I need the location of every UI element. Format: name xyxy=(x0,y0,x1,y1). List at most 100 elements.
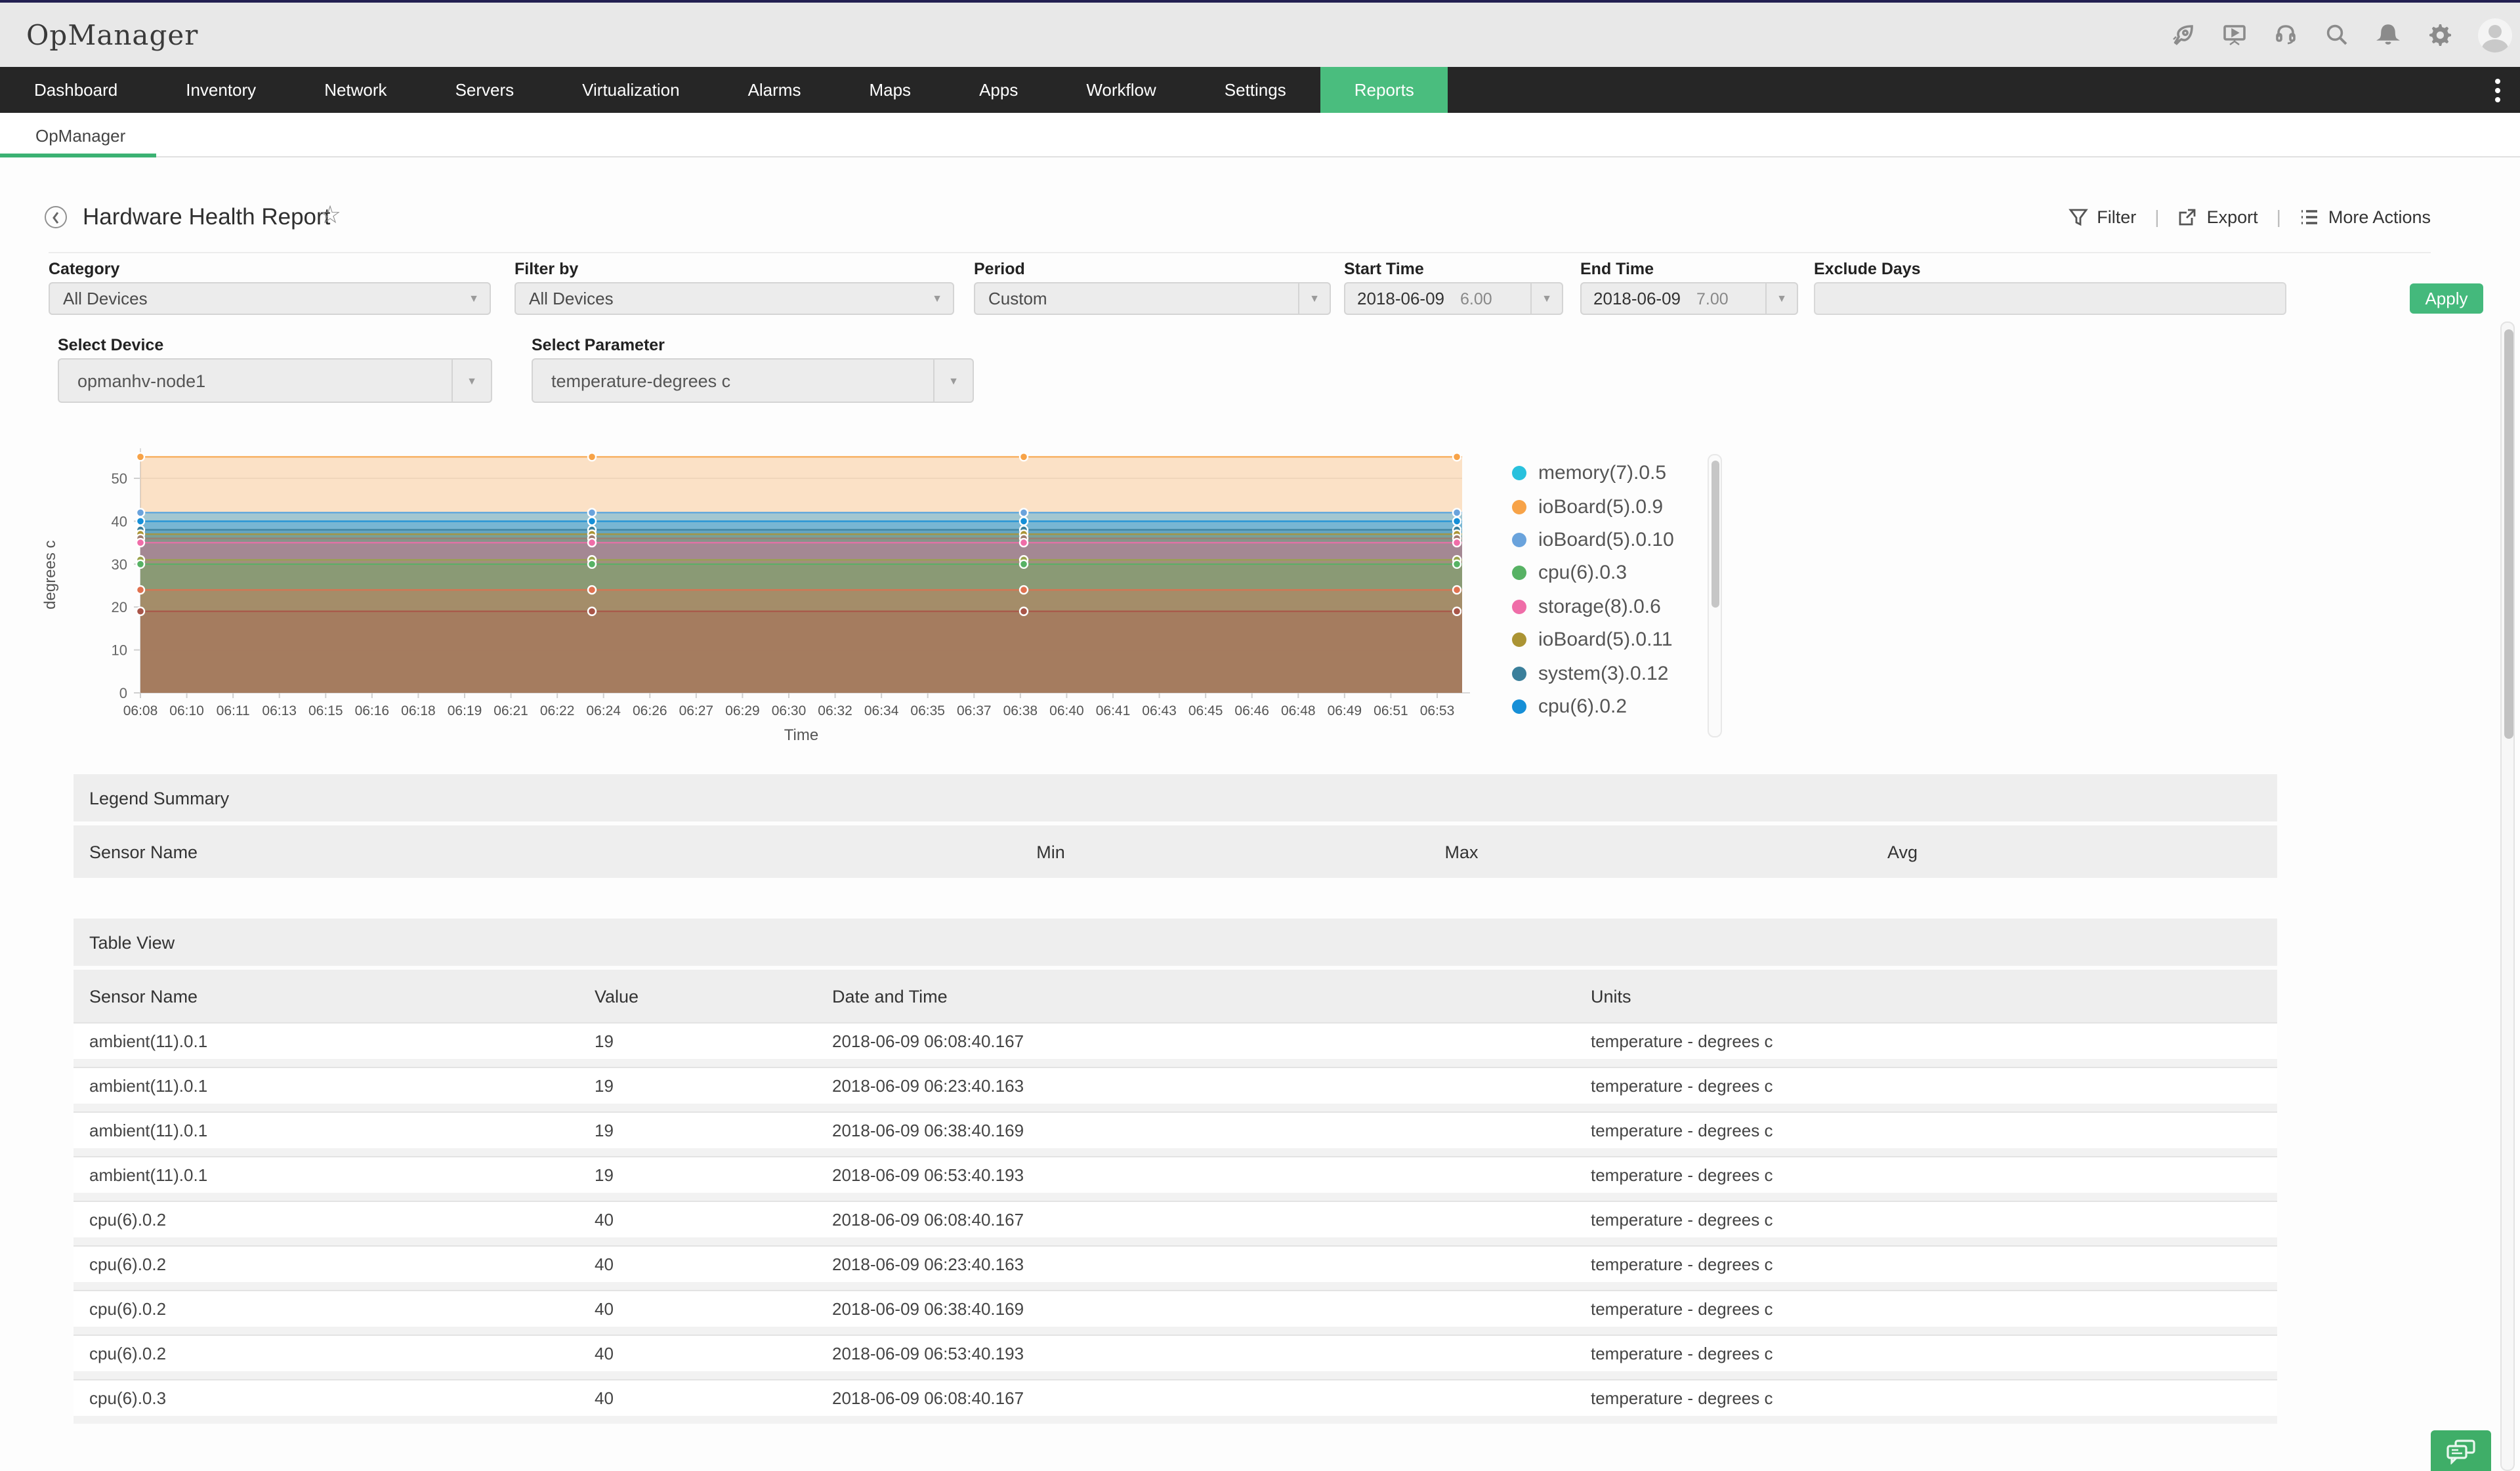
nav-item-apps[interactable]: Apps xyxy=(945,67,1052,113)
end-time-picker[interactable]: 2018-06-09 7.00 ▼ xyxy=(1580,282,1798,315)
table-row[interactable]: cpu(6).0.3402018-06-09 06:08:40.167tempe… xyxy=(74,1379,2277,1424)
end-time-label: End Time xyxy=(1580,260,1654,278)
nav-item-dashboard[interactable]: Dashboard xyxy=(0,67,152,113)
training-video-icon[interactable] xyxy=(2222,22,2247,47)
select-parameter-value: temperature-degrees c xyxy=(533,371,933,390)
search-icon[interactable] xyxy=(2324,22,2349,47)
support-headset-icon[interactable] xyxy=(2273,22,2298,47)
table-cell: temperature - degrees c xyxy=(1575,1031,2277,1051)
table-cell: ambient(11).0.1 xyxy=(74,1121,579,1140)
select-device-value: opmanhv-node1 xyxy=(59,371,452,390)
period-value: Custom xyxy=(975,289,1298,308)
table-view-columns: Sensor Name Value Date and Time Units xyxy=(74,970,2277,1022)
select-device-dropdown[interactable]: opmanhv-node1 ▼ xyxy=(58,358,492,403)
table-row[interactable]: ambient(11).0.1192018-06-09 06:08:40.167… xyxy=(74,1022,2277,1067)
nav-item-workflow[interactable]: Workflow xyxy=(1052,67,1190,113)
legend-item[interactable]: ioBoard(5).0.9 xyxy=(1512,490,1674,524)
legend-label: ioBoard(5).0.11 xyxy=(1538,629,1673,651)
svg-text:20: 20 xyxy=(112,599,127,615)
svg-text:06:48: 06:48 xyxy=(1281,703,1316,718)
back-button[interactable] xyxy=(45,206,67,228)
select-device-label: Select Device xyxy=(58,336,163,354)
export-button[interactable]: Export xyxy=(2178,207,2258,226)
top-bar: OpManager xyxy=(0,3,2520,67)
end-date-value: 2018-06-09 xyxy=(1582,289,1681,308)
filter-by-dropdown[interactable]: All Devices ▼ xyxy=(514,282,954,315)
legend-label: ioBoard(5).0.10 xyxy=(1538,529,1674,551)
svg-text:06:49: 06:49 xyxy=(1328,703,1362,718)
settings-gear-icon[interactable] xyxy=(2427,22,2452,47)
nav-item-network[interactable]: Network xyxy=(290,67,421,113)
nav-item-settings[interactable]: Settings xyxy=(1190,67,1320,113)
period-dropdown[interactable]: Custom ▼ xyxy=(974,282,1331,315)
chat-support-button[interactable] xyxy=(2431,1430,2491,1471)
table-row[interactable]: ambient(11).0.1192018-06-09 06:23:40.163… xyxy=(74,1067,2277,1111)
svg-text:06:32: 06:32 xyxy=(818,703,852,718)
notifications-bell-icon[interactable] xyxy=(2376,22,2401,47)
table-row[interactable]: ambient(11).0.1192018-06-09 06:38:40.169… xyxy=(74,1111,2277,1156)
svg-text:50: 50 xyxy=(112,470,127,487)
svg-text:06:53: 06:53 xyxy=(1420,703,1455,718)
tab-bar: OpManager xyxy=(0,113,2520,157)
end-hour-value: 7.00 xyxy=(1696,289,1729,308)
legend-item[interactable]: ioBoard(5).0.11 xyxy=(1512,623,1674,657)
legend-item[interactable]: ioBoard(5).0.10 xyxy=(1512,524,1674,557)
legend-item[interactable]: memory(7).0.5 xyxy=(1512,457,1674,490)
svg-text:30: 30 xyxy=(112,556,127,573)
rocket-icon[interactable] xyxy=(2171,22,2196,47)
export-icon xyxy=(2178,207,2198,226)
table-row[interactable]: ambient(11).0.1192018-06-09 06:53:40.193… xyxy=(74,1156,2277,1201)
apply-button[interactable]: Apply xyxy=(2410,283,2483,314)
svg-text:06:22: 06:22 xyxy=(540,703,575,718)
column-sensor-name: Sensor Name xyxy=(74,986,579,1006)
start-time-picker[interactable]: 2018-06-09 6.00 ▼ xyxy=(1344,282,1563,315)
table-cell: temperature - degrees c xyxy=(1575,1254,2277,1274)
table-cell: 19 xyxy=(579,1165,816,1185)
nav-overflow-kebab-icon[interactable] xyxy=(2491,76,2504,105)
legend-item[interactable]: cpu(6).0.3 xyxy=(1512,556,1674,590)
table-cell: 2018-06-09 06:53:40.193 xyxy=(816,1344,1575,1363)
svg-text:06:11: 06:11 xyxy=(217,703,250,718)
report-actions: Filter | Export | More Actions xyxy=(2068,206,2431,227)
page-scrollbar[interactable] xyxy=(2500,321,2515,1471)
filter-button[interactable]: Filter xyxy=(2068,207,2136,226)
more-actions-button[interactable]: More Actions xyxy=(2300,207,2431,226)
nav-item-virtualization[interactable]: Virtualization xyxy=(548,67,713,113)
nav-item-servers[interactable]: Servers xyxy=(421,67,549,113)
table-row[interactable]: cpu(6).0.2402018-06-09 06:08:40.167tempe… xyxy=(74,1201,2277,1245)
exclude-days-input[interactable] xyxy=(1814,282,2286,315)
page-scrollbar-thumb[interactable] xyxy=(2504,329,2513,739)
legend-item[interactable]: system(3).0.12 xyxy=(1512,657,1674,690)
svg-text:06:10: 06:10 xyxy=(169,703,204,718)
legend-scrollbar-thumb[interactable] xyxy=(1711,461,1719,608)
legend-item[interactable]: storage(8).0.6 xyxy=(1512,590,1674,623)
table-row[interactable]: cpu(6).0.2402018-06-09 06:38:40.169tempe… xyxy=(74,1290,2277,1335)
chevron-down-icon: ▼ xyxy=(933,360,973,402)
category-dropdown[interactable]: All Devices ▼ xyxy=(49,282,491,315)
more-actions-button-label: More Actions xyxy=(2328,207,2431,226)
nav-item-maps[interactable]: Maps xyxy=(835,67,945,113)
legend-scrollbar[interactable] xyxy=(1708,454,1722,737)
nav-item-reports[interactable]: Reports xyxy=(1320,67,1448,113)
filter-by-value: All Devices xyxy=(516,289,921,308)
nav-item-inventory[interactable]: Inventory xyxy=(152,67,290,113)
start-time-label: Start Time xyxy=(1344,260,1424,278)
favorite-star-icon[interactable]: ☆ xyxy=(319,201,341,231)
select-parameter-label: Select Parameter xyxy=(532,336,665,354)
tab-opmanager[interactable]: OpManager xyxy=(0,113,156,157)
column-avg: Avg xyxy=(1667,842,2138,861)
nav-item-alarms[interactable]: Alarms xyxy=(714,67,835,113)
svg-text:06:19: 06:19 xyxy=(448,703,482,718)
area-chart-canvas[interactable]: 0102030405006:0806:1006:1106:1306:1506:1… xyxy=(0,433,1759,764)
table-row[interactable]: cpu(6).0.2402018-06-09 06:53:40.193tempe… xyxy=(74,1335,2277,1379)
legend-item[interactable]: cpu(6).0.2 xyxy=(1512,690,1674,723)
table-row[interactable]: cpu(6).0.2402018-06-09 06:23:40.163tempe… xyxy=(74,1245,2277,1290)
svg-text:06:27: 06:27 xyxy=(679,703,714,718)
user-avatar[interactable] xyxy=(2478,18,2512,52)
page-title: Hardware Health Report xyxy=(83,203,330,231)
legend-label: ioBoard(5).0.9 xyxy=(1538,495,1663,518)
chevron-down-icon: ▼ xyxy=(452,360,491,402)
column-date-time: Date and Time xyxy=(816,986,1575,1006)
select-parameter-dropdown[interactable]: temperature-degrees c ▼ xyxy=(532,358,974,403)
svg-text:06:38: 06:38 xyxy=(1003,703,1038,718)
